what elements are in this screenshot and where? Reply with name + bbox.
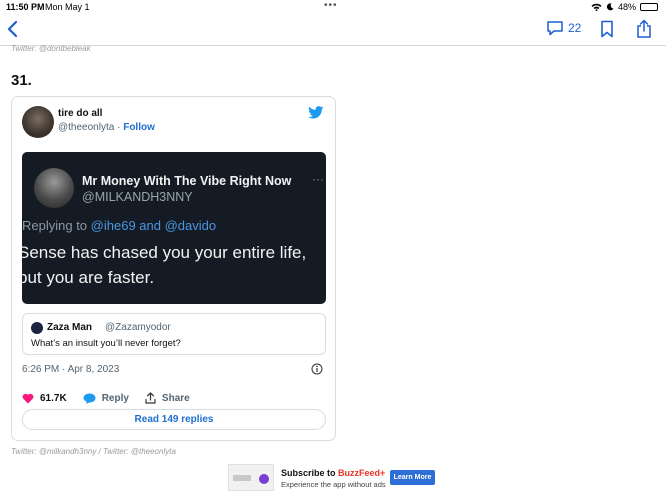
status-date: Mon May 1 [45,2,90,12]
reply-button[interactable]: Reply [83,393,129,404]
list-item-number: 31. [11,72,32,89]
share-tweet-button[interactable]: Share [145,392,190,404]
share-label: Share [161,392,190,404]
moon-icon [606,3,614,11]
ad-title-prefix: Subscribe to [281,468,336,478]
browser-toolbar: 22 [0,14,666,46]
battery-icon [640,3,658,11]
replying-mentions: @ihe69 and @davido [90,218,217,233]
image-credit-bottom: Twitter: @milkandh3nny / Twitter: @theeo… [11,447,176,456]
image-credit-top: Twitter: @dontbebleak [11,44,91,53]
share-icon[interactable] [636,19,652,39]
status-time: 11:50 PM [6,2,45,12]
comment-bubble-icon [547,21,563,36]
multitasking-dots-icon[interactable]: ••• [324,0,338,11]
ad-phone-graphic [228,464,274,491]
tweet-timestamp[interactable]: 6:26 PM · Apr 8, 2023 [22,364,119,375]
reply-bubble-icon [83,393,96,404]
screenshot-replying-to: Replying to @ihe69 and @davido [22,218,216,233]
bookmark-icon[interactable] [600,20,614,38]
back-chevron-icon[interactable] [6,20,20,38]
quoted-tweet[interactable]: Zaza Man @Zazamyodor What’s an insult yo… [22,313,326,355]
follow-link[interactable]: Follow [123,122,155,133]
reply-label: Reply [101,392,129,404]
replying-prefix: Replying to [22,218,88,233]
screenshot-tweet-text: Sense has chased you your entire life, b… [22,240,326,290]
info-icon[interactable] [311,363,323,375]
screenshot-author-name: Mr Money With The Vibe Right Now [82,174,292,188]
embedded-tweet-card[interactable]: tire do all @theeonlyta · Follow Mr Mone… [11,96,336,441]
learn-more-button[interactable]: Learn More [390,470,435,485]
author-avatar[interactable] [22,106,54,138]
twitter-bird-icon[interactable] [308,106,324,119]
status-indicators: 48% [591,2,658,12]
quoted-tweet-text: What’s an insult you’ll never forget? [31,338,181,349]
screenshot-more-icon: ··· [312,172,324,186]
author-handle-line: @theeonlyta · Follow [58,122,155,133]
ad-brand: BuzzFeed+ [338,468,386,478]
quoted-author-avatar [31,322,43,334]
tweet-screenshot-image[interactable]: Mr Money With The Vibe Right Now @MILKAN… [22,152,326,304]
screenshot-avatar [34,168,74,208]
ad-title: Subscribe to BuzzFeed+ [281,468,385,478]
wifi-icon [591,3,602,11]
battery-percent: 48% [617,2,636,12]
quoted-author-name: Zaza Man [47,322,93,333]
author-name[interactable]: tire do all [58,108,102,119]
screenshot-author-handle: @MILKANDH3NNY [82,190,193,204]
subscribe-ad-banner[interactable]: Subscribe to BuzzFeed+ Experience the ap… [228,464,438,492]
tweet-actions: 61.7K Reply Share [22,391,190,405]
comment-count: 22 [568,21,582,35]
ad-subtitle: Experience the app without ads [281,480,386,489]
like-count: 61.7K [40,392,67,404]
comments-button[interactable]: 22 [546,20,581,36]
heart-icon [22,393,34,403]
quoted-author-handle: @Zazamyodor [105,322,171,333]
author-handle[interactable]: @theeonlyta [58,122,114,133]
screenshot-text-line-1: Sense has chased you your entire life, [22,243,307,262]
read-replies-button[interactable]: Read 149 replies [22,409,326,430]
ad-checkmark-icon [259,474,269,484]
screenshot-text-line-2: but you are faster. [22,268,155,287]
ad-graphic-bar [233,475,251,481]
upload-share-icon [145,392,156,404]
like-button[interactable]: 61.7K [22,393,67,404]
status-bar: 11:50 PM Mon May 1 ••• 48% [0,0,666,14]
handle-separator: · [117,122,121,133]
